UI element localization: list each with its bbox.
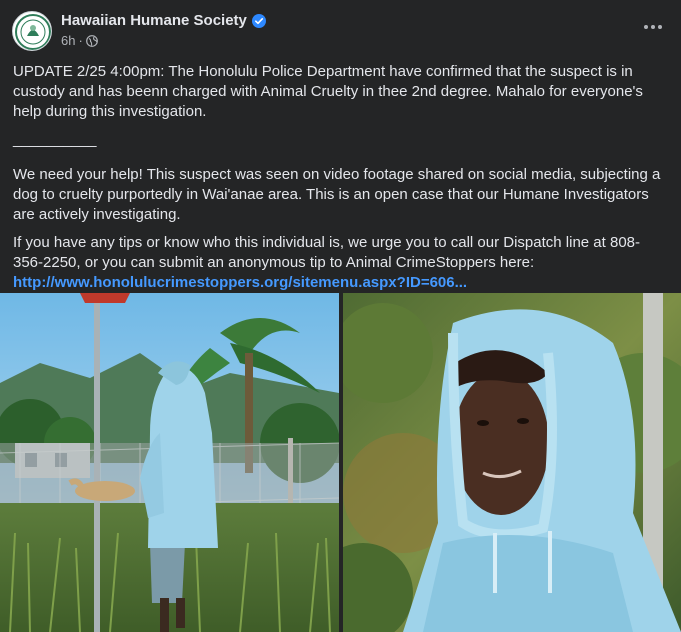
suspect-photo-closeup[interactable] (343, 293, 681, 632)
public-globe-icon[interactable] (85, 34, 98, 47)
page-avatar[interactable] (12, 11, 52, 51)
post-text: UPDATE 2/25 4:00pm: The Honolulu Police … (13, 62, 669, 293)
meta-separator: · (78, 33, 83, 48)
crimestoppers-link[interactable]: http://www.honolulucrimestoppers.org/sit… (13, 274, 467, 291)
post-meta: 6h · (61, 33, 98, 48)
more-dot-icon (644, 25, 648, 29)
post-timestamp[interactable]: 6h (61, 33, 75, 48)
page-name-label[interactable]: Hawaiian Humane Society (61, 12, 247, 29)
post-header: Hawaiian Humane Society 6h · (0, 0, 681, 56)
page-name[interactable]: Hawaiian Humane Society (61, 12, 266, 29)
humane-society-logo-icon (15, 14, 51, 50)
suspect-photo-full-body[interactable] (0, 293, 339, 632)
post-paragraph-tips: If you have any tips or know who this in… (13, 234, 640, 271)
more-dot-icon (651, 25, 655, 29)
more-options-button[interactable] (639, 17, 667, 37)
post-paragraph-update: UPDATE 2/25 4:00pm: The Honolulu Police … (13, 63, 643, 120)
post-divider: __________ (13, 131, 97, 148)
post-photos (0, 293, 681, 632)
post-paragraph-help: We need your help! This suspect was seen… (13, 166, 661, 223)
more-dot-icon (658, 25, 662, 29)
verified-badge-icon (251, 13, 266, 28)
